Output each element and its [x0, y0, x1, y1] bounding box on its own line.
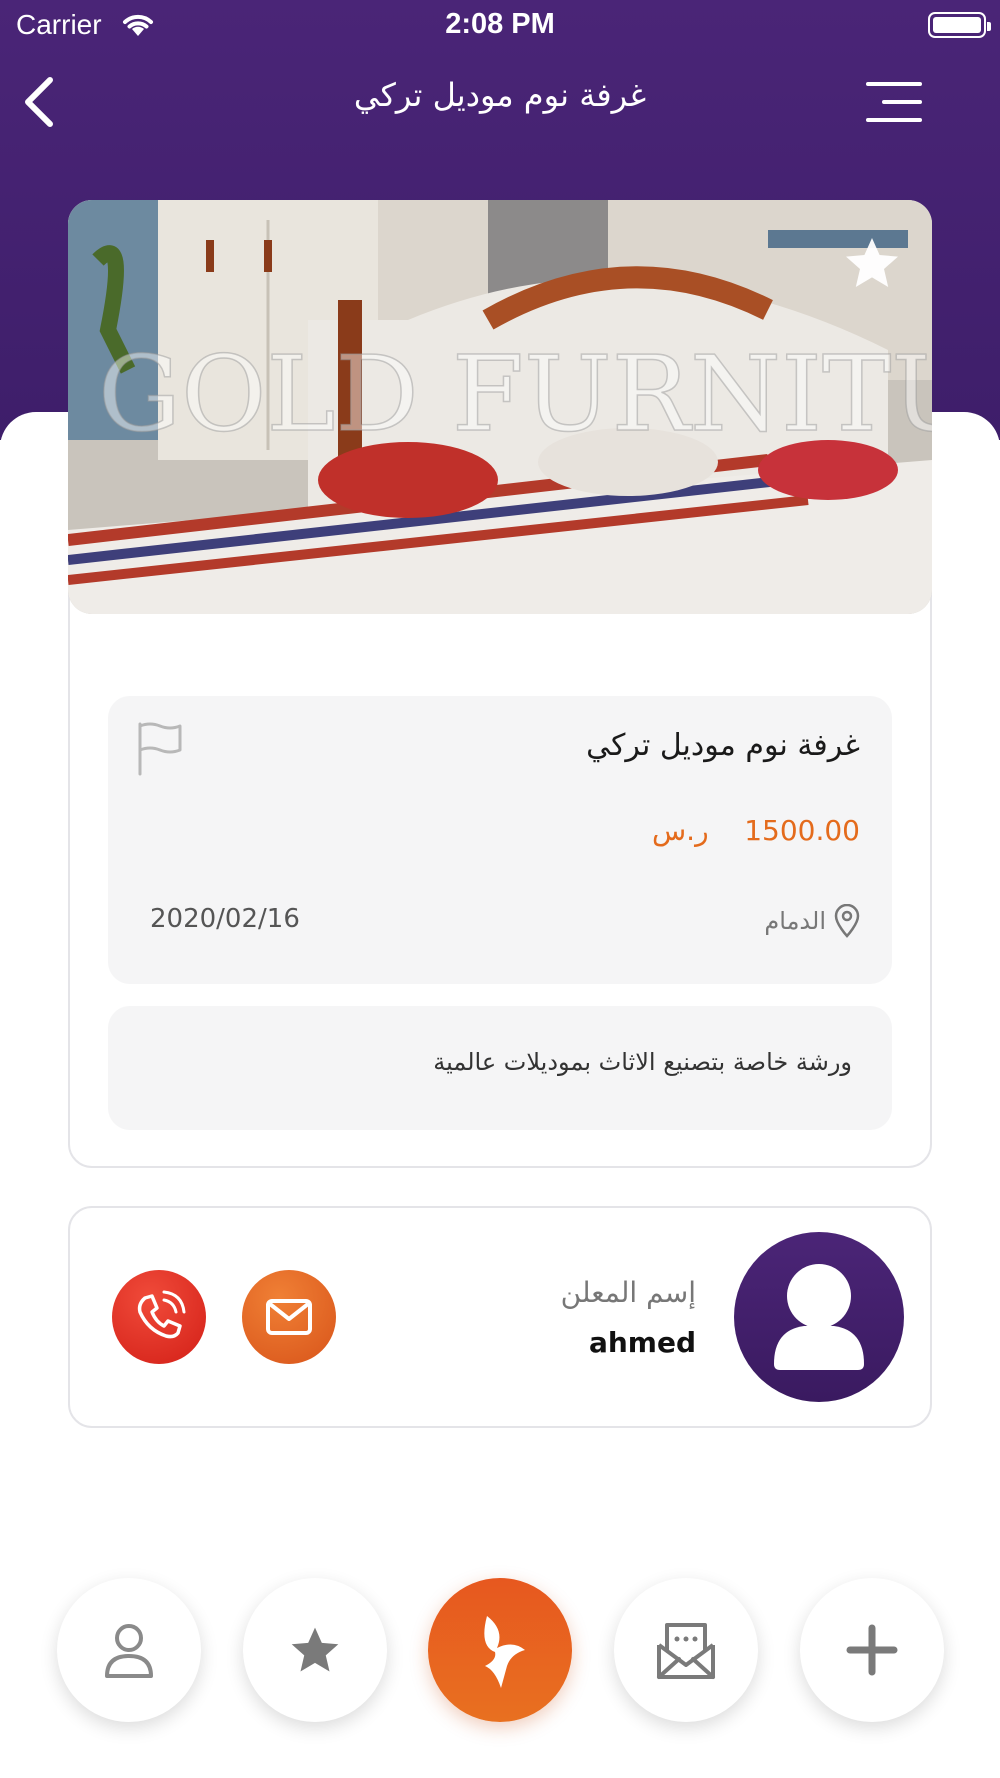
- favorites-icon: [291, 1627, 339, 1672]
- price: 1500.00 ر.س: [652, 814, 860, 847]
- nav-add-button[interactable]: [800, 1578, 944, 1722]
- phone-icon: [137, 1290, 186, 1339]
- watermark-text: GOLD FURNITU: [98, 333, 932, 455]
- location-label: الدمام: [764, 907, 826, 935]
- description-box: ورشة خاصة بتصنيع الاثاث بموديلات عالمية: [108, 1006, 892, 1130]
- page-title: غرفة نوم موديل تركي: [353, 76, 647, 114]
- product-name: غرفة نوم موديل تركي: [586, 728, 860, 763]
- mail-button[interactable]: [242, 1270, 336, 1364]
- star-icon[interactable]: [842, 234, 902, 292]
- location-pin-icon: [834, 904, 860, 938]
- status-bar: Carrier 2:08 PM: [0, 0, 1000, 52]
- flag-icon[interactable]: [136, 720, 184, 776]
- nav-messages-button[interactable]: [614, 1578, 758, 1722]
- price-currency: ر.س: [651, 814, 709, 847]
- mail-icon: [266, 1299, 312, 1335]
- seller-label: إسم المعلن: [560, 1276, 696, 1309]
- menu-icon[interactable]: [862, 78, 926, 126]
- profile-icon: [105, 1624, 153, 1678]
- home-logo-icon: [484, 1616, 525, 1688]
- price-value: 1500.00: [744, 814, 860, 847]
- product-photo[interactable]: GOLD FURNITU: [68, 200, 932, 614]
- add-icon: [846, 1624, 898, 1676]
- seller-name: ahmed: [588, 1326, 696, 1359]
- user-icon: [774, 1264, 864, 1370]
- call-button[interactable]: [112, 1270, 206, 1364]
- clock: 2:08 PM: [445, 8, 555, 40]
- product-info: غرفة نوم موديل تركي 1500.00 ر.س الدمام 2…: [108, 696, 892, 984]
- location: الدمام: [764, 904, 862, 938]
- nav-favorites-button[interactable]: [243, 1578, 387, 1722]
- avatar[interactable]: [734, 1232, 904, 1402]
- nav-home-button[interactable]: [428, 1578, 572, 1722]
- messages-icon: [657, 1623, 715, 1679]
- nav-profile-button[interactable]: [57, 1578, 201, 1722]
- post-date: 2020/02/16: [150, 904, 300, 934]
- battery-icon: [928, 12, 991, 38]
- description-text: ورشة خاصة بتصنيع الاثاث بموديلات عالمية: [433, 1048, 852, 1076]
